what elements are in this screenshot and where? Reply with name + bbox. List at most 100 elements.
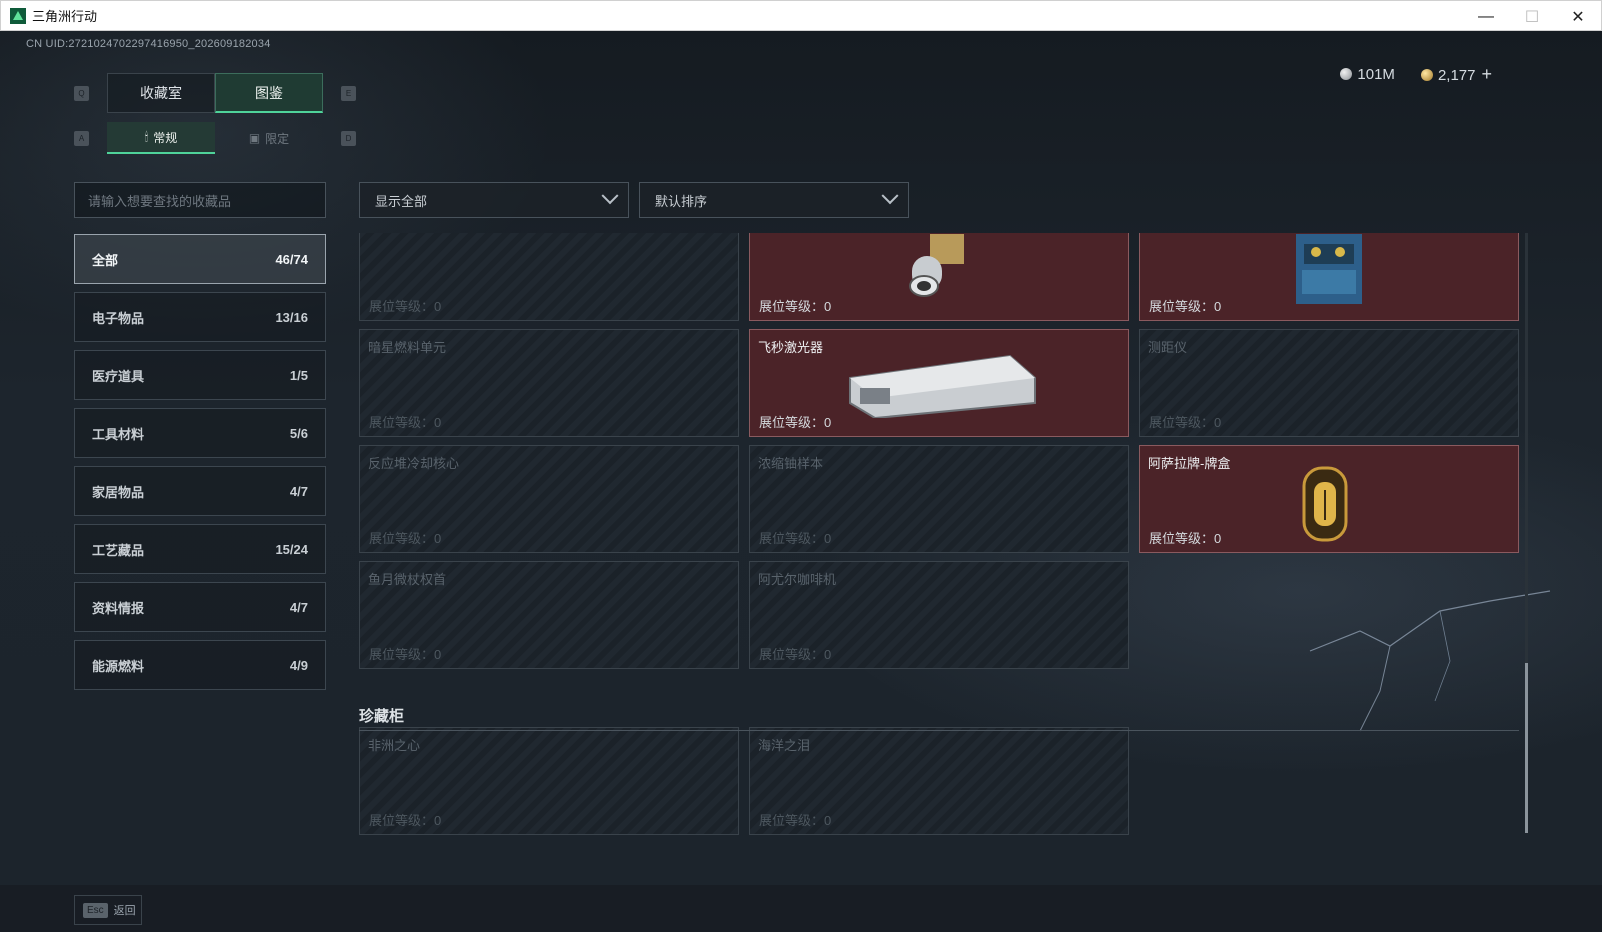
cabinet-card[interactable]: 海洋之泪 展位等级：0 <box>749 727 1129 835</box>
tab-next-key: E <box>341 86 356 101</box>
collection-card[interactable]: 展位等级：0 <box>359 233 739 321</box>
category-medical[interactable]: 医疗道具 1/5 <box>74 350 326 400</box>
sub-tabs: 🕯 常规 ▣ 限定 <box>107 122 323 154</box>
camera-lens-art <box>909 234 964 297</box>
back-button[interactable]: Esc 返回 <box>74 895 142 925</box>
card-name: 阿尤尔咖啡机 <box>758 572 837 587</box>
main-tabs: 收藏室 图鉴 <box>107 73 323 113</box>
collection-card[interactable]: 反应堆冷却核心 展位等级：0 <box>359 445 739 553</box>
category-label: 医疗道具 <box>92 368 145 384</box>
category-label: 工具材料 <box>92 426 145 442</box>
laser-device-art <box>849 354 1036 418</box>
chevron-down-icon <box>601 187 619 205</box>
window-title: 三角洲行动 <box>32 9 98 24</box>
collection-card[interactable]: 暗星燃料单元 展位等级：0 <box>359 329 739 437</box>
collection-card[interactable]: 浓缩铀样本 展位等级：0 <box>749 445 1129 553</box>
currency-bar: 101M 2,177 + <box>1340 64 1492 85</box>
card-level: 展位等级：0 <box>369 531 442 546</box>
category-label: 资料情报 <box>92 600 145 616</box>
card-level: 展位等级：0 <box>1149 415 1222 430</box>
subtab-regular[interactable]: 🕯 常规 <box>107 122 215 154</box>
window-titlebar: 三角洲行动 — ☐ ✕ <box>0 0 1602 31</box>
scrollbar-thumb[interactable] <box>1525 663 1528 833</box>
esc-key: Esc <box>83 902 108 918</box>
sort-dropdown[interactable]: 默认排序 <box>639 182 909 218</box>
category-household[interactable]: 家居物品 4/7 <box>74 466 326 516</box>
card-name: 飞秒激光器 <box>758 340 824 355</box>
collection-card[interactable]: 鱼月微杖权首 展位等级：0 <box>359 561 739 669</box>
grid-scrollbar[interactable] <box>1525 233 1528 833</box>
card-name: 阿萨拉牌-牌盒 <box>1148 456 1231 471</box>
category-tools[interactable]: 工具材料 5/6 <box>74 408 326 458</box>
currency-silver-value: 101M <box>1357 66 1395 83</box>
picture-icon: ▣ <box>248 131 261 145</box>
subtab-limited[interactable]: ▣ 限定 <box>215 122 323 154</box>
card-name: 鱼月微杖权首 <box>368 572 447 587</box>
card-level: 展位等级：0 <box>1149 299 1222 314</box>
category-count: 5/6 <box>289 425 308 441</box>
add-currency-button[interactable]: + <box>1481 64 1492 84</box>
card-name: 海洋之泪 <box>758 738 811 753</box>
card-name: 测距仪 <box>1148 340 1188 355</box>
card-name: 反应堆冷却核心 <box>368 456 460 471</box>
currency-silver: 101M <box>1340 66 1395 83</box>
category-count: 4/7 <box>289 483 308 499</box>
search-input[interactable]: 请输入想要查找的收藏品 <box>74 182 326 218</box>
card-level: 展位等级：0 <box>369 415 442 430</box>
card-level: 展位等级：0 <box>759 531 832 546</box>
subtab-prev-key: A <box>74 131 89 146</box>
collection-card[interactable]: 阿尤尔咖啡机 展位等级：0 <box>749 561 1129 669</box>
card-level: 展位等级：0 <box>759 415 832 430</box>
collection-card[interactable]: 飞秒激光器 展位等级：0 <box>749 329 1129 437</box>
category-label: 家居物品 <box>92 484 145 500</box>
currency-gold-value: 2,177 <box>1437 67 1476 84</box>
category-label: 工艺藏品 <box>92 542 145 558</box>
category-crafts[interactable]: 工艺藏品 15/24 <box>74 524 326 574</box>
category-electronics[interactable]: 电子物品 13/16 <box>74 292 326 342</box>
sort-dropdown-value: 默认排序 <box>655 193 708 209</box>
gold-coin-icon <box>1420 69 1433 81</box>
category-label: 全部 <box>92 252 119 268</box>
category-intel[interactable]: 资料情报 4/7 <box>74 582 326 632</box>
app-logo-icon <box>10 7 26 24</box>
minimize-button[interactable]: — <box>1463 1 1509 32</box>
card-level: 展位等级：0 <box>759 299 832 314</box>
card-level: 展位等级：0 <box>759 647 832 662</box>
player-uid: CN UID:2721024702297416950_202609182034 <box>26 38 271 50</box>
card-box-art <box>1302 466 1348 542</box>
card-level: 展位等级：0 <box>369 813 442 828</box>
filter-dropdown-value: 显示全部 <box>375 193 428 209</box>
bottom-bar <box>0 885 1602 932</box>
category-count: 1/5 <box>289 367 308 383</box>
category-label: 能源燃料 <box>92 658 145 674</box>
subtab-next-key: D <box>341 131 356 146</box>
maximize-button[interactable]: ☐ <box>1509 1 1555 32</box>
close-button[interactable]: ✕ <box>1555 1 1601 32</box>
category-count: 13/16 <box>275 309 308 325</box>
section-divider <box>359 730 1519 731</box>
subtab-regular-label: 常规 <box>153 130 178 145</box>
cabinet-card[interactable]: 非洲之心 展位等级：0 <box>359 727 739 835</box>
category-energy[interactable]: 能源燃料 4/9 <box>74 640 326 690</box>
window-controls: — ☐ ✕ <box>1463 1 1601 32</box>
category-all[interactable]: 全部 46/74 <box>74 234 326 284</box>
trophy-icon: 🕯 <box>144 129 149 144</box>
card-level: 展位等级：0 <box>369 299 442 314</box>
machine-art <box>1296 234 1362 304</box>
collection-card[interactable]: 测距仪 展位等级：0 <box>1139 329 1519 437</box>
chevron-down-icon <box>881 187 899 205</box>
collection-card[interactable]: 展位等级：0 <box>1139 233 1519 321</box>
collection-card[interactable]: 展位等级：0 <box>749 233 1129 321</box>
filter-dropdown[interactable]: 显示全部 <box>359 182 629 218</box>
tab-codex[interactable]: 图鉴 <box>215 73 323 113</box>
collection-card[interactable]: 阿萨拉牌-牌盒 展位等级：0 <box>1139 445 1519 553</box>
tab-collection-room[interactable]: 收藏室 <box>107 73 215 113</box>
category-count: 4/7 <box>289 599 308 615</box>
category-count: 15/24 <box>275 541 308 557</box>
card-level: 展位等级：0 <box>369 647 442 662</box>
category-label: 电子物品 <box>92 310 145 326</box>
subtab-limited-label: 限定 <box>265 131 290 146</box>
card-name: 非洲之心 <box>368 738 421 753</box>
category-count: 4/9 <box>289 657 308 673</box>
currency-gold: 2,177 + <box>1420 64 1492 85</box>
